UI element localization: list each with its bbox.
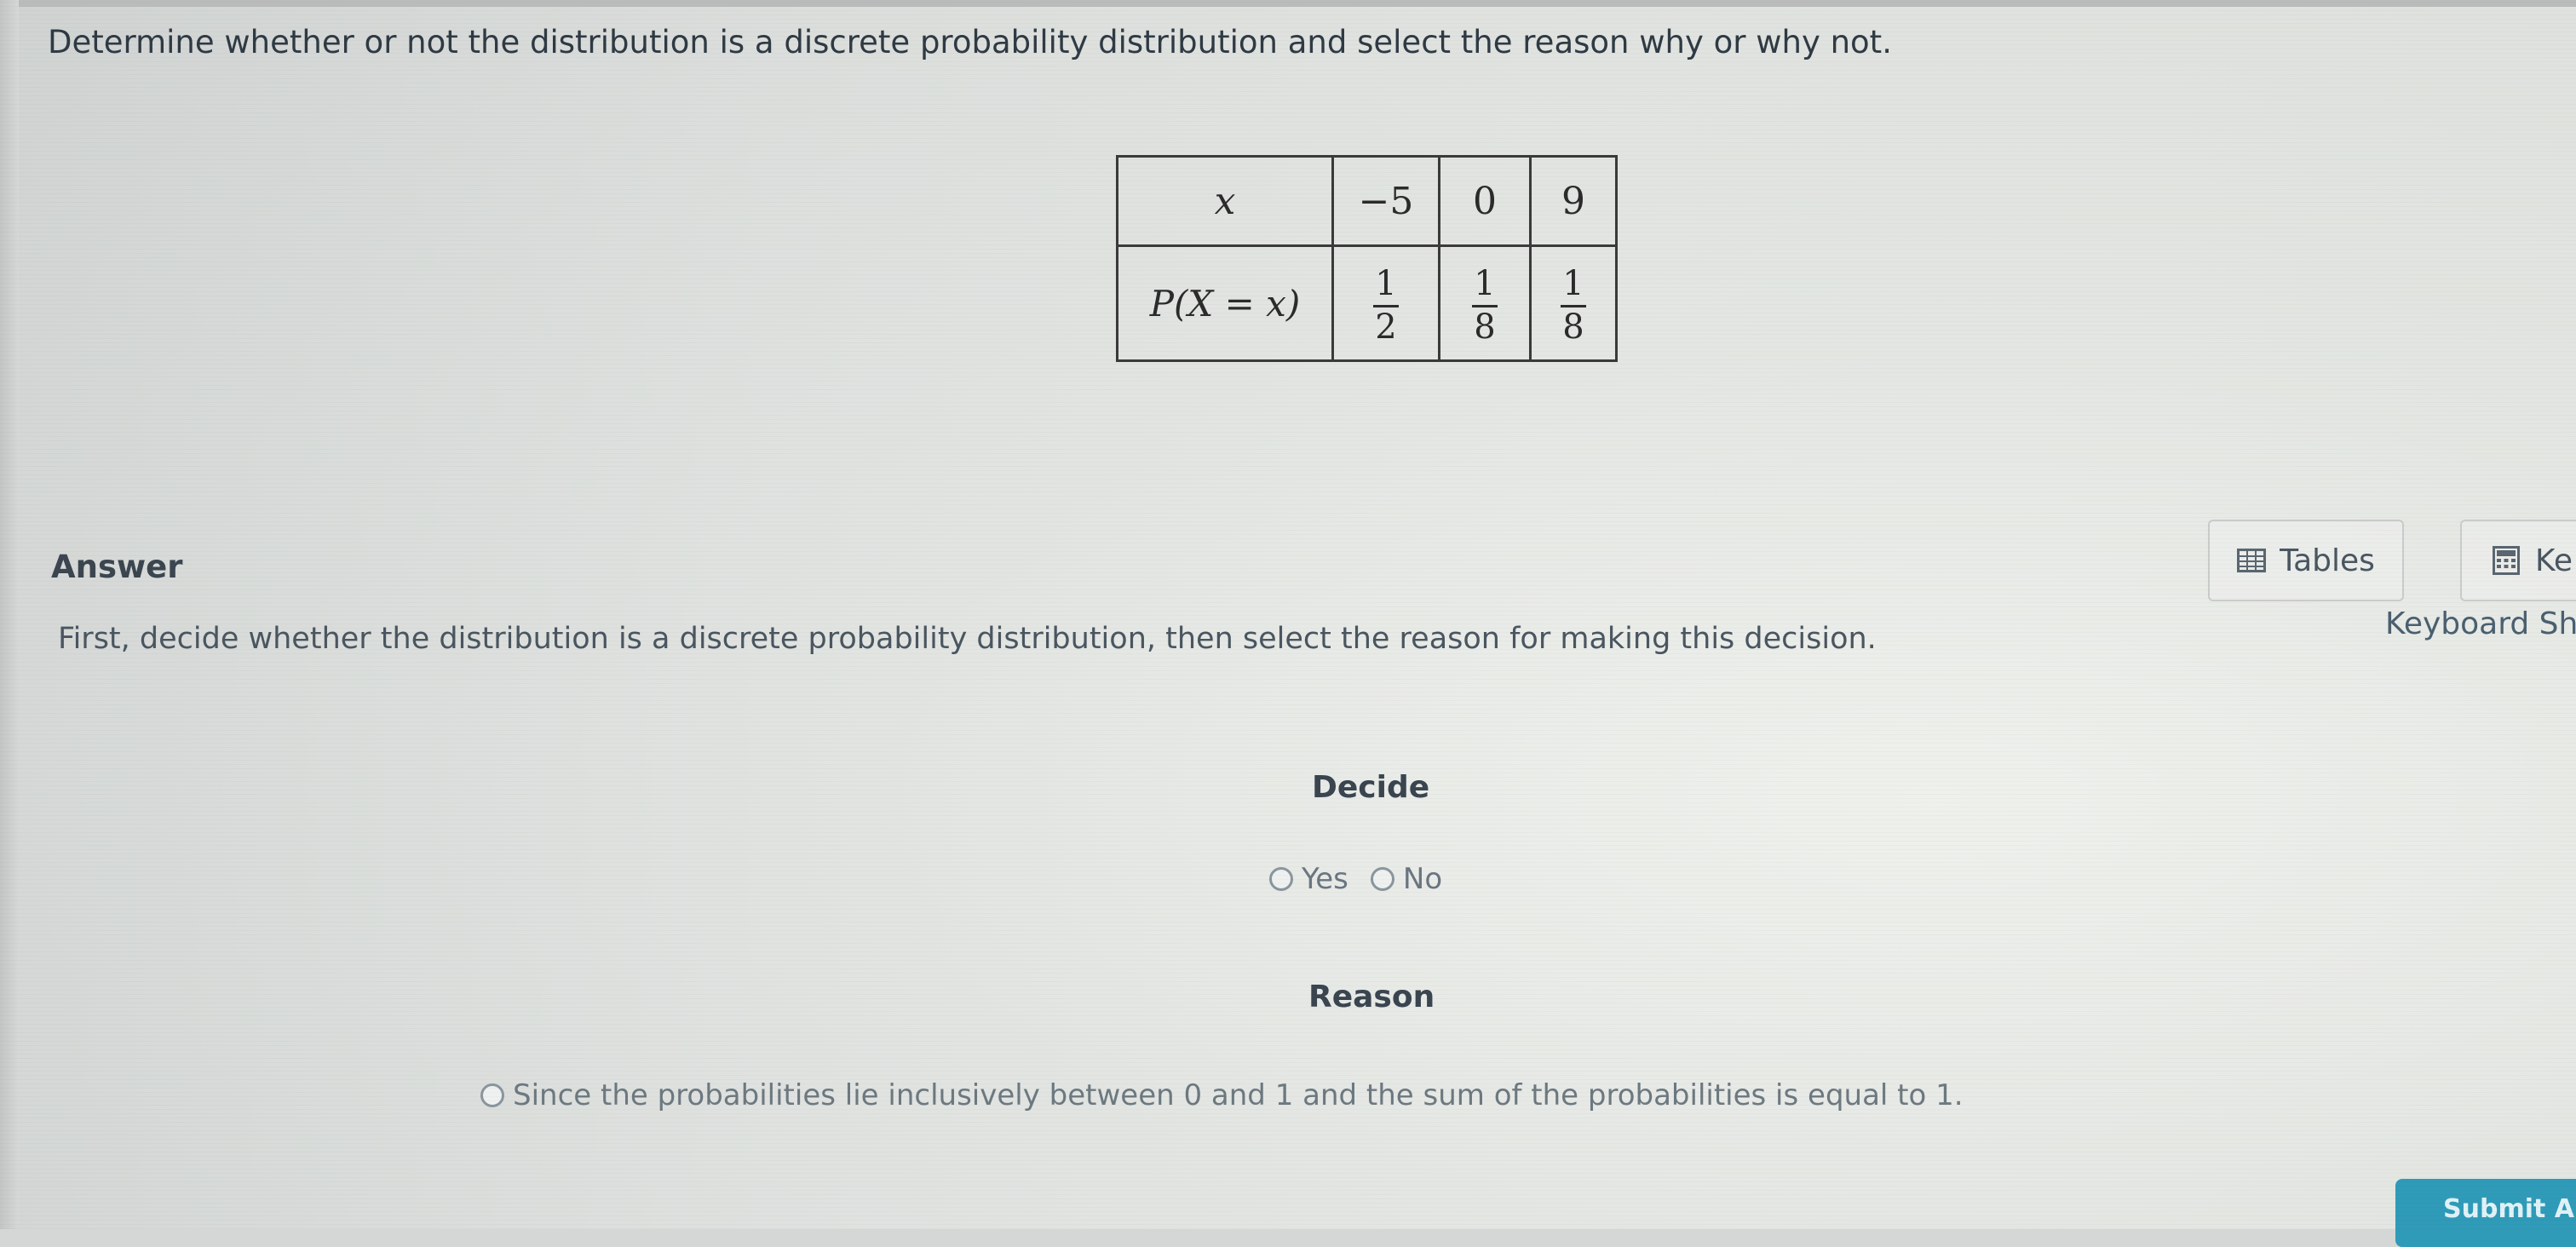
probability-cell: 1 8	[1529, 244, 1618, 362]
fraction: 1 8	[1469, 266, 1500, 345]
x-value-cell: 0	[1438, 155, 1532, 247]
reason-option[interactable]: Since the probabilities lie inclusively …	[480, 1078, 1964, 1112]
table-grid-icon	[2237, 549, 2267, 572]
x-value-cell: −5	[1331, 155, 1440, 247]
distribution-table: x −5 0 9 P(X = x) 1 2 1 8 1 8	[1116, 155, 1618, 362]
x-header-cell: x	[1116, 155, 1334, 247]
decide-radio-group: Yes No	[1269, 862, 1464, 896]
calculator-icon	[2493, 546, 2520, 575]
fraction-numerator: 1	[1375, 264, 1397, 303]
radio-circle-icon[interactable]	[480, 1083, 504, 1107]
fraction: 1 2	[1370, 266, 1401, 345]
fraction-numerator: 1	[1474, 264, 1496, 303]
fraction: 1 8	[1557, 266, 1589, 345]
decide-option-yes-label: Yes	[1302, 862, 1348, 896]
fraction-numerator: 1	[1562, 264, 1584, 303]
keypad-button[interactable]: Ke	[2460, 520, 2576, 601]
table-row-x: x −5 0 9	[1116, 155, 1618, 247]
reason-option-label: Since the probabilities lie inclusively …	[513, 1078, 1964, 1112]
screen-background: Determine whether or not the distributio…	[0, 0, 2576, 1247]
probability-header-cell: P(X = x)	[1116, 244, 1334, 362]
decide-option-no-label: No	[1402, 862, 1443, 896]
submit-answer-button[interactable]: Submit An	[2395, 1179, 2576, 1247]
question-text: Determine whether or not the distributio…	[48, 24, 1892, 60]
probability-cell: 1 8	[1438, 244, 1532, 362]
keypad-button-label: Ke	[2535, 543, 2573, 578]
decide-label: Decide	[1312, 770, 1430, 805]
radio-circle-icon[interactable]	[1269, 867, 1293, 891]
decide-option-yes[interactable]: Yes	[1269, 862, 1348, 896]
probability-cell: 1 2	[1331, 244, 1440, 362]
screen-left-edge	[0, 0, 19, 1229]
tables-button[interactable]: Tables	[2208, 520, 2404, 601]
answer-label: Answer	[51, 549, 183, 585]
screen-top-edge	[0, 0, 2576, 7]
fraction-denominator: 8	[1562, 307, 1584, 347]
radio-circle-icon[interactable]	[1370, 867, 1394, 891]
x-value-cell: 9	[1529, 155, 1618, 247]
reason-label: Reason	[1308, 980, 1435, 1014]
tables-button-label: Tables	[2280, 543, 2375, 578]
fraction-denominator: 8	[1474, 307, 1496, 347]
decide-option-no[interactable]: No	[1370, 862, 1443, 896]
table-row-probability: P(X = x) 1 2 1 8 1 8	[1116, 244, 1618, 362]
keyboard-shortcuts-link[interactable]: Keyboard Sh	[2385, 606, 2576, 641]
fraction-denominator: 2	[1375, 307, 1397, 347]
answer-instruction: First, decide whether the distribution i…	[58, 622, 1877, 656]
